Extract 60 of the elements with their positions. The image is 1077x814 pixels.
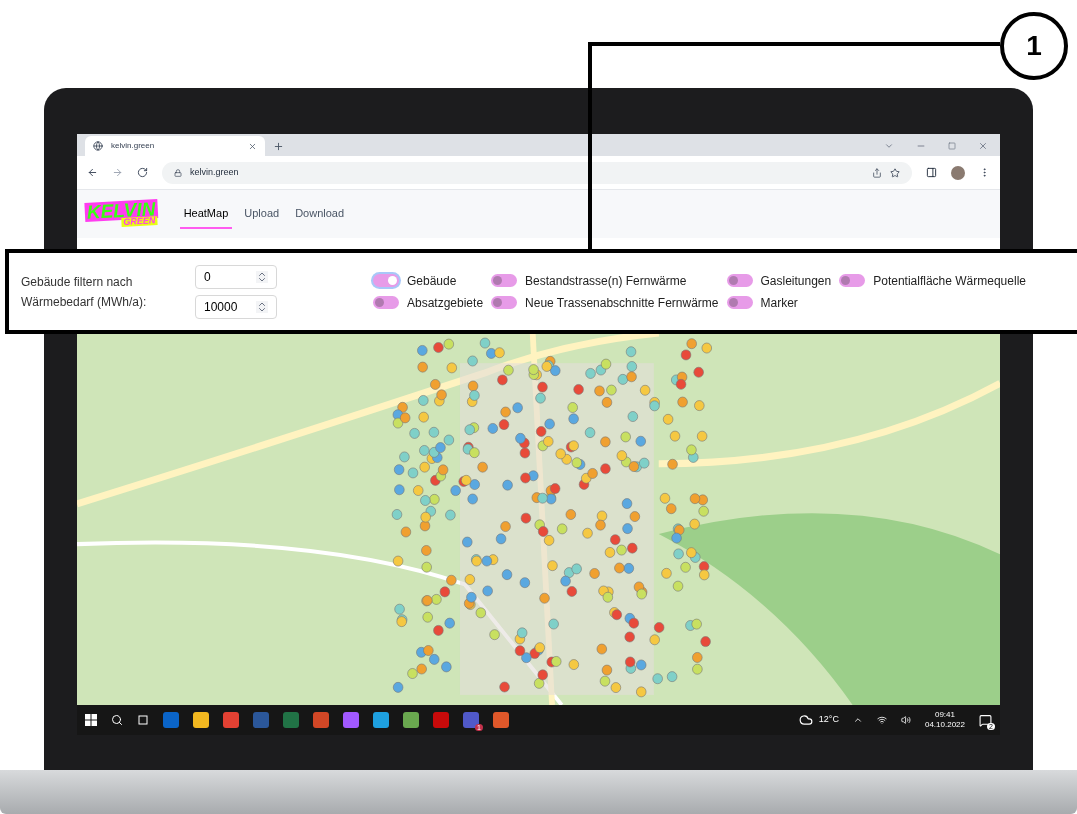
close-icon[interactable]: [248, 141, 257, 151]
spinner-icon[interactable]: [256, 270, 268, 283]
notification-icon[interactable]: [979, 713, 992, 727]
number-field[interactable]: 10000: [195, 294, 277, 319]
toggle-switch[interactable]: [373, 296, 399, 309]
share-icon[interactable]: [872, 167, 882, 178]
layer-label: Gebäude: [407, 272, 457, 290]
chevron-down-icon[interactable]: [884, 141, 894, 151]
layer-label: Potentialfläche Wärmequelle: [873, 272, 1026, 290]
browser-tab[interactable]: kelvin.green: [85, 136, 265, 156]
wifi-icon[interactable]: [876, 715, 887, 725]
new-tab-icon[interactable]: [273, 141, 284, 152]
app-icon[interactable]: [433, 712, 449, 728]
restore-icon[interactable]: [948, 142, 956, 150]
windows-icon[interactable]: [85, 714, 97, 726]
app-icon[interactable]: [313, 712, 329, 728]
search-icon[interactable]: [111, 714, 123, 726]
toggle-switch[interactable]: [491, 296, 518, 309]
nav-tab[interactable]: Download: [291, 198, 349, 230]
spinner-icon[interactable]: [256, 300, 268, 313]
app-icon[interactable]: [373, 712, 389, 728]
app-icon[interactable]: [493, 712, 509, 728]
app-icon[interactable]: [193, 712, 209, 728]
temperature: 12°C: [818, 713, 839, 727]
star-icon[interactable]: [890, 167, 900, 178]
forward-icon[interactable]: [112, 167, 123, 178]
callout-number: 1: [1000, 12, 1068, 80]
close-icon[interactable]: [978, 141, 988, 151]
chevron-up-icon[interactable]: [852, 715, 863, 725]
app-icon[interactable]: [463, 712, 479, 728]
layer-label: Bestandstrasse(n) Fernwärme: [525, 272, 687, 290]
toggle-switch[interactable]: [726, 296, 753, 309]
toggle-switch[interactable]: [491, 274, 518, 287]
filter-label: Gebäude filtern nach Wärmebedarf (MWh/a):: [21, 273, 148, 311]
nav-tab[interactable]: HeatMap: [179, 198, 233, 230]
reload-icon[interactable]: [137, 167, 148, 178]
layer-label: Marker: [760, 294, 798, 312]
layer-label: Gasleitungen: [760, 272, 832, 290]
app-icon[interactable]: [403, 712, 419, 728]
clock[interactable]: 09:41 04.10.2022: [924, 710, 965, 730]
layer-label: Absatzgebiete: [407, 294, 484, 312]
volume-icon[interactable]: [900, 715, 911, 725]
nav-tab[interactable]: Upload: [240, 198, 284, 230]
logo: KELVIN GREEN: [84, 199, 159, 229]
tab-title: kelvin.green: [111, 140, 156, 152]
lock-icon: [174, 168, 182, 177]
cloud-icon: [798, 713, 813, 727]
toggle-switch[interactable]: [373, 274, 399, 287]
number-field[interactable]: 0: [195, 264, 277, 289]
toggle-switch[interactable]: [726, 274, 753, 287]
app-icon[interactable]: [223, 712, 239, 728]
toggle-switch[interactable]: [839, 274, 866, 287]
sidebar-icon[interactable]: [926, 167, 937, 178]
back-icon[interactable]: [87, 167, 98, 178]
address-bar[interactable]: kelvin.green: [162, 161, 912, 184]
app-icon[interactable]: [343, 712, 359, 728]
layer-label: Neue Trassenabschnitte Fernwärme: [525, 294, 719, 312]
globe-icon: [93, 141, 103, 151]
task-view-icon[interactable]: [137, 714, 149, 726]
avatar[interactable]: [951, 165, 965, 180]
